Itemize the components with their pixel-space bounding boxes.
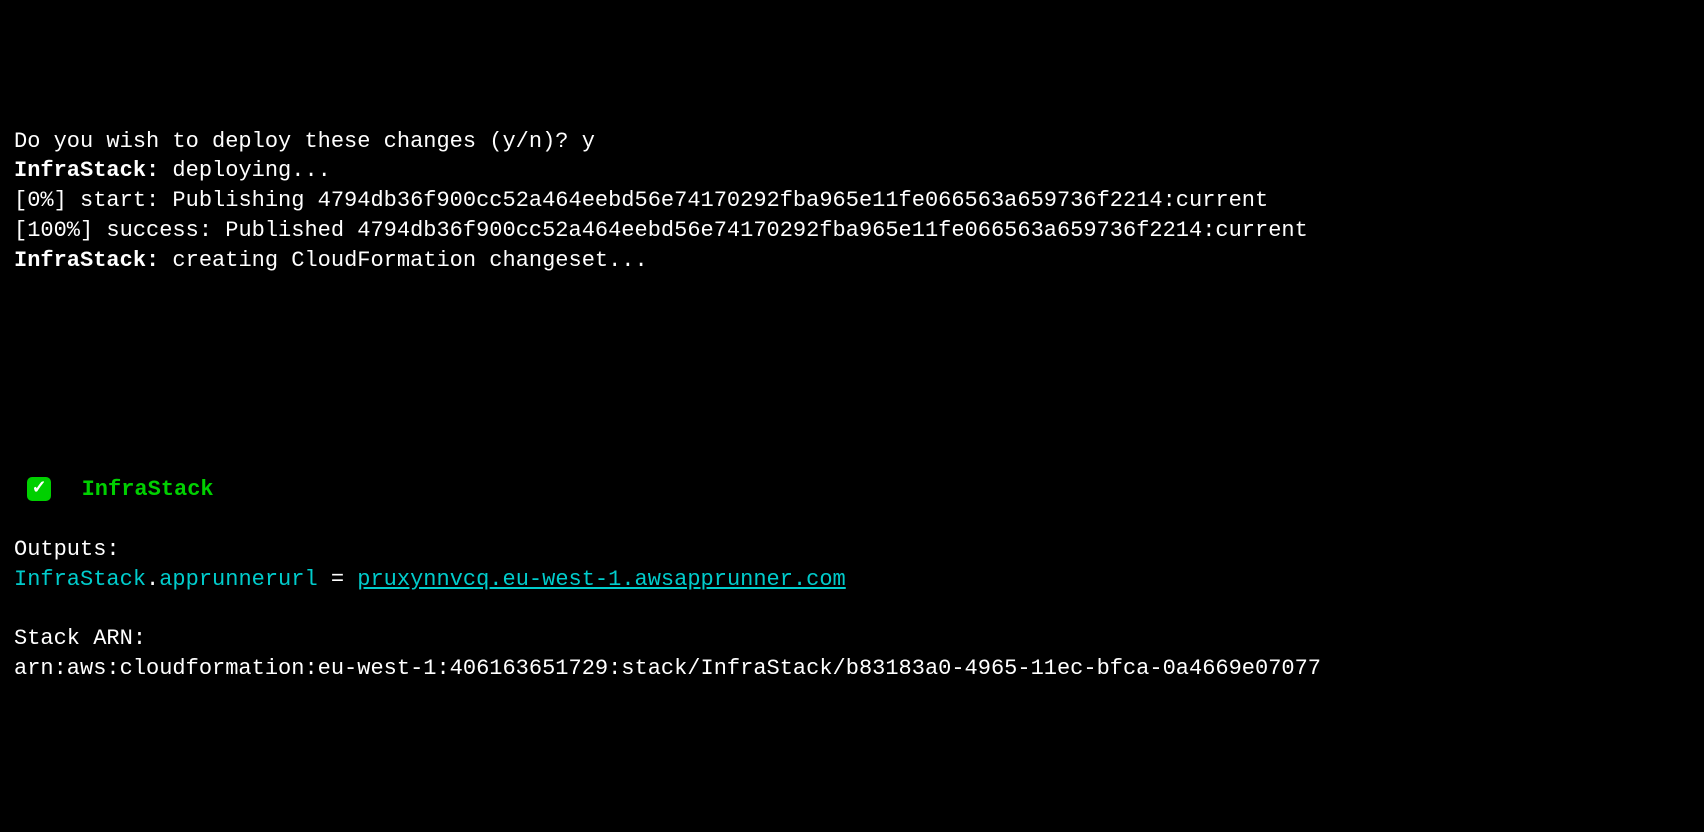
- check-icon: ✓: [27, 477, 51, 501]
- changeset-action: creating CloudFormation changeset...: [159, 248, 647, 273]
- success-stack-name: InfraStack: [82, 477, 214, 502]
- outputs-header-line: Outputs:: [14, 535, 1690, 565]
- changeset-line: InfraStack: creating CloudFormation chan…: [14, 246, 1690, 276]
- stack-arn-header-line: Stack ARN:: [14, 624, 1690, 654]
- deploying-action: deploying...: [159, 158, 331, 183]
- stack-arn-value: arn:aws:cloudformation:eu-west-1:4061636…: [14, 656, 1321, 681]
- publish-done-label: success: Published: [93, 218, 357, 243]
- output-key-attr: apprunnerurl: [159, 567, 317, 592]
- stack-arn-value-line: arn:aws:cloudformation:eu-west-1:4061636…: [14, 654, 1690, 684]
- deploy-prompt-answer: y: [582, 129, 595, 154]
- success-line: ✓ InfraStack: [14, 475, 1690, 505]
- output-url-link[interactable]: pruxynnvcq.eu-west-1.awsapprunner.com: [357, 567, 845, 592]
- output-key-stack: InfraStack: [14, 567, 146, 592]
- outputs-entry-line: InfraStack.apprunnerurl = pruxynnvcq.eu-…: [14, 565, 1690, 595]
- stack-name: InfraStack:: [14, 158, 159, 183]
- deploying-line: InfraStack: deploying...: [14, 156, 1690, 186]
- publish-start-line: [0%] start: Publishing 4794db36f900cc52a…: [14, 186, 1690, 216]
- spacer: [14, 275, 1690, 475]
- publish-done-hash: 4794db36f900cc52a464eebd56e74170292fba96…: [357, 218, 1308, 243]
- spacer-small-2: [14, 594, 1690, 624]
- spacer-small: [14, 505, 1690, 535]
- deploy-prompt-question: Do you wish to deploy these changes (y/n…: [14, 129, 582, 154]
- publish-done-line: [100%] success: Published 4794db36f900cc…: [14, 216, 1690, 246]
- publish-start-hash: 4794db36f900cc52a464eebd56e74170292fba96…: [318, 188, 1269, 213]
- deploy-prompt-line: Do you wish to deploy these changes (y/n…: [14, 127, 1690, 157]
- output-equals: =: [318, 567, 358, 592]
- publish-done-percent: [100%]: [14, 218, 93, 243]
- stack-arn-header: Stack ARN:: [14, 626, 146, 651]
- outputs-header: Outputs:: [14, 537, 120, 562]
- output-key-dot: .: [146, 567, 159, 592]
- publish-start-label: start: Publishing: [67, 188, 318, 213]
- publish-start-percent: [0%]: [14, 188, 67, 213]
- changeset-stack-name: InfraStack:: [14, 248, 159, 273]
